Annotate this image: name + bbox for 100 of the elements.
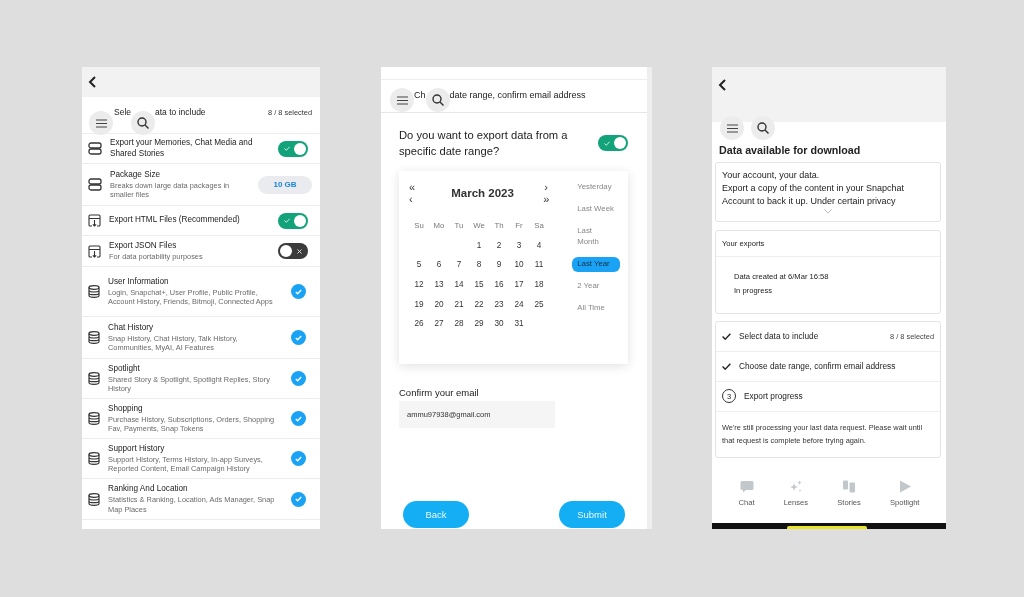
step-label: Export progress: [744, 391, 803, 402]
check-icon: [284, 146, 290, 151]
check-icon: [295, 455, 302, 462]
calendar-day[interactable]: 4: [536, 240, 542, 250]
download-box-icon: [88, 244, 101, 258]
menu-icon: [95, 118, 107, 128]
toggle-switch[interactable]: [278, 243, 308, 259]
section-title: ata to include: [155, 107, 206, 117]
step-label: Select data to include: [739, 331, 819, 342]
toggle-switch[interactable]: [278, 140, 308, 157]
calendar-day[interactable]: 28: [454, 319, 464, 329]
menu-button[interactable]: [720, 116, 744, 140]
right-arrow-button[interactable]: ›: [536, 181, 557, 194]
check-icon: [295, 415, 302, 422]
search-button[interactable]: [131, 111, 155, 135]
chat-bubble-icon: [739, 479, 754, 493]
menu-button[interactable]: [89, 111, 113, 135]
calendar-day[interactable]: 21: [454, 299, 464, 309]
checkbox[interactable]: [291, 491, 306, 507]
left-arrow-button[interactable]: ‹: [409, 193, 429, 206]
database-icon: [88, 492, 100, 506]
menu-button[interactable]: [390, 88, 414, 112]
calendar-day[interactable]: 20: [434, 299, 444, 309]
check-icon: [295, 375, 302, 382]
search-icon: [757, 122, 769, 134]
check-icon: [295, 496, 302, 502]
section-title: date range, confirm email address: [449, 90, 586, 100]
menu-icon: [726, 123, 738, 133]
checkbox[interactable]: [291, 411, 306, 426]
calendar-day[interactable]: 31: [514, 319, 524, 329]
calendar-day[interactable]: 22: [474, 299, 484, 309]
checkmark-icon: [722, 332, 731, 340]
search-button[interactable]: [425, 88, 450, 112]
calendar-day[interactable]: 15: [474, 279, 484, 289]
email-label: Confirm your email: [398, 386, 480, 399]
option-title: Ranking And Location: [108, 484, 189, 495]
checkbox[interactable]: [291, 330, 306, 345]
calendar-day[interactable]: 30: [494, 319, 504, 329]
option-title: Export your Memories, Chat Media and Shared Stories: [110, 138, 254, 159]
check-icon: [604, 140, 610, 146]
play-icon: [897, 479, 912, 493]
toggle-switch[interactable]: [598, 135, 628, 152]
stacked-rows-icon: [88, 142, 102, 155]
calendar-day[interactable]: 2: [496, 240, 502, 250]
stacked-rows-icon: [88, 178, 102, 191]
calendar-day[interactable]: 27: [434, 319, 444, 329]
step-label: Choose date range, confirm email address: [739, 361, 896, 372]
double-left-arrow-button[interactable]: «: [409, 181, 429, 194]
option-title: Shopping: [108, 403, 144, 414]
calendar-day[interactable]: 7: [456, 260, 462, 270]
month-title: March 2023: [450, 187, 515, 200]
calendar-day[interactable]: 12: [414, 279, 424, 289]
calendar-day[interactable]: 11: [534, 260, 544, 270]
checkbox[interactable]: [291, 451, 306, 466]
option-title: Export JSON Files: [109, 240, 178, 251]
close-icon: [297, 248, 302, 254]
calendar-day[interactable]: 16: [494, 279, 504, 289]
option-title: Export HTML Files (Recommended): [109, 215, 241, 226]
database-icon: [88, 452, 100, 465]
database-icon: [88, 331, 100, 344]
option-title: User Information: [108, 276, 170, 287]
checkmark-icon: [722, 362, 731, 370]
calendar-day[interactable]: 6: [436, 260, 442, 270]
calendar-day[interactable]: 26: [414, 319, 424, 329]
section-title: Sele: [114, 107, 131, 117]
calendar-day[interactable]: 1: [476, 240, 482, 250]
option-title: Support History: [108, 443, 166, 454]
calendar-day[interactable]: 14: [454, 279, 464, 289]
search-button[interactable]: [751, 116, 775, 140]
calendar-day[interactable]: 23: [494, 299, 504, 309]
checkbox[interactable]: [291, 371, 306, 386]
calendar-day[interactable]: 10: [514, 260, 524, 270]
back-icon[interactable]: [718, 79, 728, 91]
calendar-day[interactable]: 24: [514, 299, 524, 309]
calendar-day[interactable]: 3: [516, 240, 522, 250]
database-icon: [88, 372, 100, 385]
intro-title: Your account, your data.: [722, 169, 820, 182]
calendar-day[interactable]: 13: [434, 279, 444, 289]
double-right-arrow-button[interactable]: »: [536, 193, 557, 206]
database-icon: [88, 412, 100, 425]
calendar-day[interactable]: 9: [496, 260, 502, 270]
checkbox[interactable]: [291, 284, 306, 299]
calendar-day[interactable]: 8: [476, 260, 482, 270]
calendar-day[interactable]: 5: [416, 260, 422, 270]
calendar-day[interactable]: 17: [514, 279, 524, 289]
calendar-day[interactable]: 19: [414, 299, 424, 309]
calendar-day[interactable]: 25: [534, 299, 544, 309]
calendar-day[interactable]: 29: [474, 319, 484, 329]
option-title: Chat History: [108, 322, 155, 333]
check-icon: [295, 334, 302, 341]
section-title: Ch: [414, 90, 426, 100]
toggle-switch[interactable]: [278, 212, 308, 229]
option-title: Package Size: [110, 169, 162, 180]
page-heading: Data available for download: [719, 144, 862, 156]
calendar-day[interactable]: 18: [534, 279, 544, 289]
stories-icon: [842, 479, 856, 493]
database-icon: [88, 285, 100, 298]
chevron-down-icon[interactable]: [824, 209, 832, 215]
back-icon[interactable]: [88, 76, 98, 88]
search-icon: [137, 117, 149, 129]
